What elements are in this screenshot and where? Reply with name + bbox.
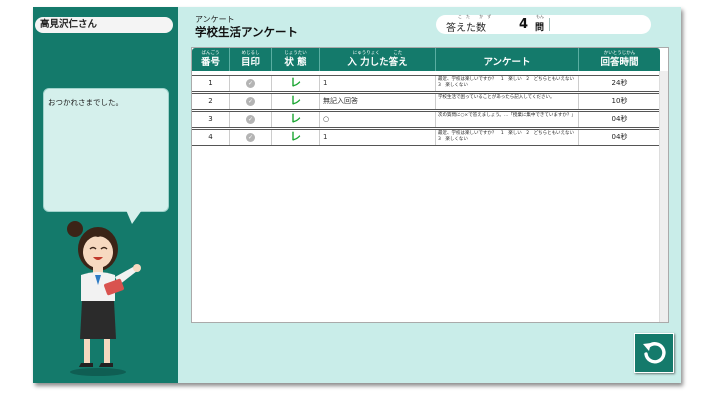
time-cell: 04秒	[611, 133, 628, 141]
col-header-time: かいとうじかん 回答時間	[600, 51, 639, 68]
row-number: 4	[192, 130, 230, 145]
mark-cell[interactable]: ✓	[230, 94, 272, 109]
count-value: 4	[519, 17, 529, 32]
survey-cell: 学校生活で困っていることがあったら記入してください。	[436, 94, 579, 109]
table-row[interactable]: 1 ✓ レ 1 最近、学校は楽しいですか？ 1 楽しい 2 どちらともいえない …	[192, 75, 660, 92]
mark-cell[interactable]: ✓	[230, 112, 272, 127]
row-number: 2	[192, 94, 230, 109]
results-table: ばんごう 番号 めじるし 目印 じょうたい状 態 にゅうりょく こた入 力した答え …	[191, 47, 669, 323]
left-panel: 高見沢仁さん おつかれさまでした。	[33, 7, 178, 383]
page-title: 学校生活アンケート	[195, 25, 299, 39]
answer-cell: 無記入回答	[320, 94, 436, 109]
status-cell: レ	[272, 112, 320, 127]
answer-cell: ○	[320, 112, 436, 127]
table-body: 1 ✓ レ 1 最近、学校は楽しいですか？ 1 楽しい 2 どちらともいえない …	[192, 75, 660, 147]
answer-count-box: こた かず 答えた数 4 もん 問	[436, 14, 651, 34]
speech-bubble: おつかれさまでした。	[43, 88, 169, 212]
time-cell: 10秒	[611, 97, 628, 105]
check-circle-icon[interactable]: ✓	[246, 78, 255, 88]
table-row[interactable]: 4 ✓ レ 1 最近、学校は楽しいですか？ 1 楽しい 2 どちらともいえない …	[192, 129, 660, 146]
check-circle-icon[interactable]: ✓	[246, 114, 255, 124]
app-frame: 高見沢仁さん おつかれさまでした。 アンケート 学校生活アンケート こた かず …	[33, 7, 681, 383]
answer-cell: 1	[320, 130, 436, 145]
table-row[interactable]: 3 ✓ レ ○ 次の質問に○×で答えましょう。…「授業に集中できていますか？」 …	[192, 111, 660, 128]
table-header: ばんごう 番号 めじるし 目印 じょうたい状 態 にゅうりょく こた入 力した答え …	[192, 48, 660, 71]
col-header-answer: にゅうりょく こた入 力した答え	[320, 48, 436, 71]
mark-cell[interactable]: ✓	[230, 130, 272, 145]
table-row[interactable]: 2 ✓ レ 無記入回答 学校生活で困っていることがあったら記入してください。 1…	[192, 93, 660, 110]
col-header-mark: めじるし 目印	[230, 48, 272, 71]
survey-cell: 最近、学校は楽しいですか？ 1 楽しい 2 どちらともいえない 3 楽しくない	[436, 130, 579, 145]
survey-cell: 次の質問に○×で答えましょう。…「授業に集中できていますか？」	[436, 112, 579, 127]
time-cell: 04秒	[611, 115, 628, 123]
row-number: 1	[192, 76, 230, 91]
survey-cell: 最近、学校は楽しいですか？ 1 楽しい 2 どちらともいえない 3 楽しくない	[436, 76, 579, 91]
count-unit: 問	[535, 23, 545, 33]
col-header-survey: アンケート	[436, 48, 579, 71]
answer-cell: 1	[320, 76, 436, 91]
status-cell: レ	[272, 130, 320, 145]
teacher-illustration	[67, 221, 141, 376]
check-circle-icon[interactable]: ✓	[246, 96, 255, 106]
col-header-number: ばんごう 番号	[192, 48, 230, 71]
time-cell: 24秒	[611, 79, 628, 87]
status-cell: レ	[272, 76, 320, 91]
count-divider	[549, 18, 550, 31]
mark-cell[interactable]: ✓	[230, 76, 272, 91]
check-circle-icon[interactable]: ✓	[246, 132, 255, 142]
table-scrollbar[interactable]	[659, 71, 668, 322]
user-name-badge: 高見沢仁さん	[35, 17, 173, 33]
col-header-status: じょうたい状 態	[272, 48, 320, 71]
count-label: 答えた数	[446, 23, 486, 34]
back-button[interactable]	[634, 333, 674, 373]
back-arrow-icon	[643, 342, 666, 364]
status-cell: レ	[272, 94, 320, 109]
row-number: 3	[192, 112, 230, 127]
